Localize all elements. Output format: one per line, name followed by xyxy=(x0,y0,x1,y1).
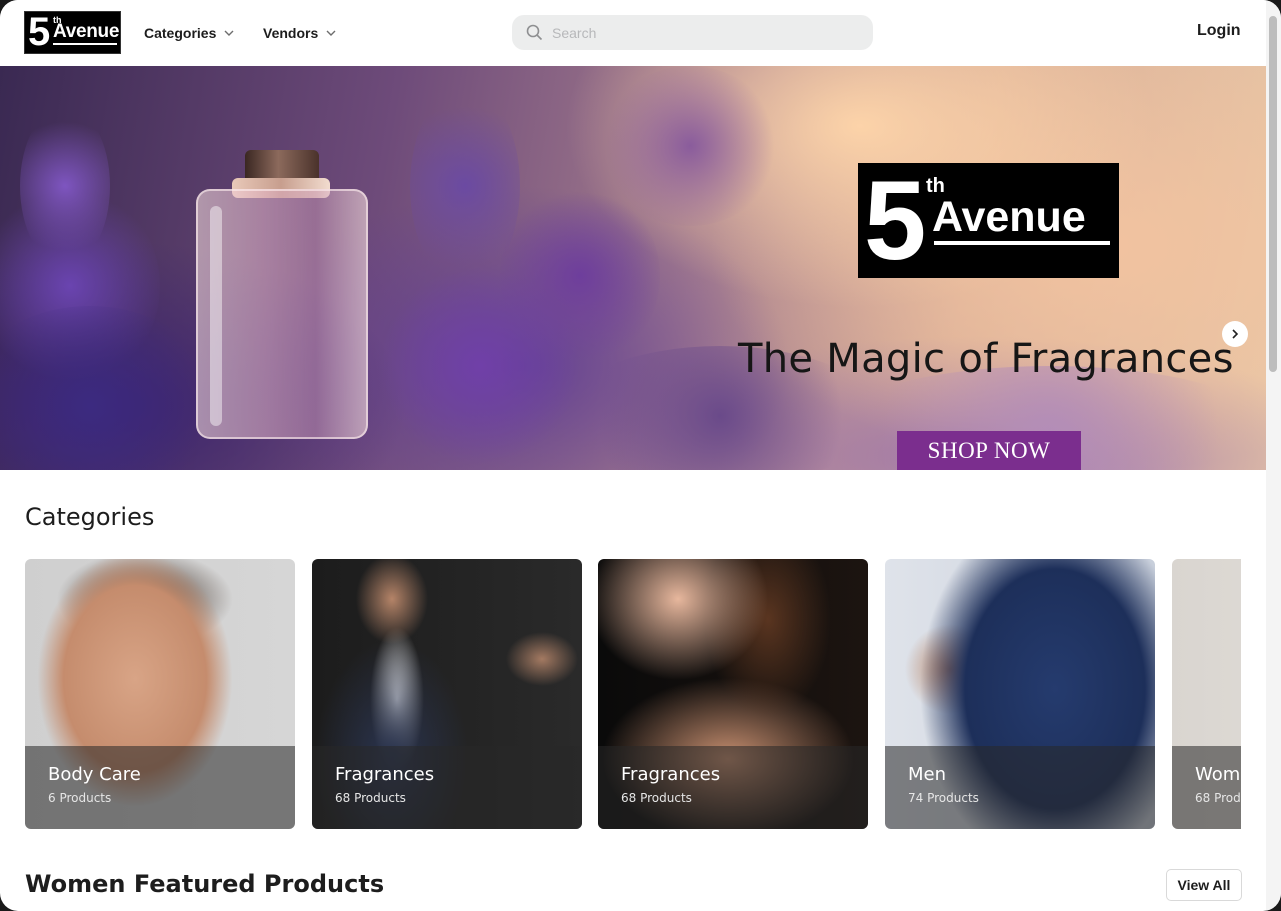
login-link[interactable]: Login xyxy=(1197,22,1241,40)
hero-logo: 5 th Avenue xyxy=(858,163,1119,278)
category-name: Fragrances xyxy=(335,764,435,785)
hero-logo-word: Avenue xyxy=(932,193,1086,241)
category-name: Fragrances xyxy=(621,764,721,785)
category-card-men[interactable]: Men 74 Products xyxy=(885,559,1155,829)
site-logo[interactable]: 5 th Avenue xyxy=(24,10,121,54)
category-count: 68 Products xyxy=(1195,791,1241,805)
card-overlay xyxy=(312,746,582,829)
search-icon xyxy=(526,24,543,41)
category-name: Women xyxy=(1195,764,1241,785)
chevron-down-icon xyxy=(224,30,234,36)
category-card-fragrances-men[interactable]: Fragrances 68 Products xyxy=(312,559,582,829)
nav-categories[interactable]: Categories xyxy=(144,22,236,44)
carousel-next-button[interactable] xyxy=(1222,321,1248,347)
chevron-down-icon xyxy=(326,30,336,36)
nav-vendors-label: Vendors xyxy=(263,25,319,41)
search-bar xyxy=(512,15,873,50)
logo-underline xyxy=(53,43,117,45)
category-count: 68 Products xyxy=(335,791,406,805)
category-name: Body Care xyxy=(48,764,141,785)
card-overlay xyxy=(885,746,1155,829)
category-card-fragrances-women[interactable]: Fragrances 68 Products xyxy=(598,559,868,829)
view-all-button[interactable]: View All xyxy=(1166,869,1242,901)
card-overlay xyxy=(1172,746,1241,829)
hero-title: The Magic of Fragrances xyxy=(738,336,1234,382)
page-scrollbar[interactable] xyxy=(1266,0,1281,911)
category-name: Men xyxy=(908,764,947,785)
site-header: 5 th Avenue Categories Vendors Login xyxy=(0,0,1266,65)
categories-heading: Categories xyxy=(25,503,155,531)
hero-banner[interactable]: 5 th Avenue The Magic of Fragrances SHOP… xyxy=(0,66,1266,470)
category-card-body-care[interactable]: Body Care 6 Products xyxy=(25,559,295,829)
logo-word: Avenue xyxy=(53,21,120,42)
shop-now-button[interactable]: SHOP NOW xyxy=(897,431,1081,470)
category-count: 68 Products xyxy=(621,791,692,805)
category-count: 74 Products xyxy=(908,791,979,805)
nav-vendors[interactable]: Vendors xyxy=(263,22,338,44)
chevron-right-icon xyxy=(1232,329,1239,339)
card-overlay xyxy=(598,746,868,829)
card-overlay xyxy=(25,746,295,829)
hero-logo-underline xyxy=(934,241,1110,245)
nav-categories-label: Categories xyxy=(144,25,217,41)
browser-window: 5 th Avenue Categories Vendors Login xyxy=(0,0,1281,911)
category-card-women[interactable]: Women 68 Products xyxy=(1172,559,1241,829)
hero-logo-number: 5 xyxy=(864,158,927,283)
category-count: 6 Products xyxy=(48,791,112,805)
women-featured-heading: Women Featured Products xyxy=(25,870,385,898)
category-carousel: Body Care 6 Products Fragrances 68 Produ… xyxy=(25,559,1241,829)
scrollbar-thumb[interactable] xyxy=(1269,16,1277,372)
search-input[interactable] xyxy=(552,15,862,50)
logo-number: 5 xyxy=(28,10,51,54)
